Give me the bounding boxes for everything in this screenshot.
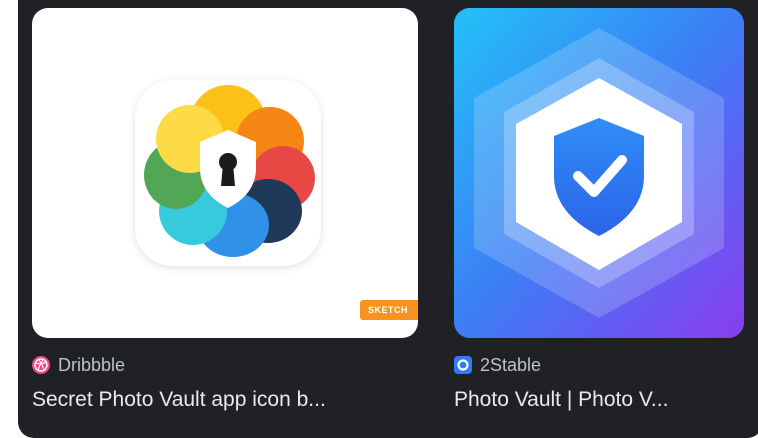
2stable-ring-icon: [454, 356, 472, 374]
result-title[interactable]: Photo Vault | Photo V...: [454, 386, 744, 414]
sketch-badge: SKETCH: [360, 300, 418, 320]
result-thumbnail[interactable]: SKETCH: [32, 8, 418, 338]
result-thumbnail[interactable]: [454, 8, 744, 338]
photo-vault-app-icon: [454, 8, 744, 338]
image-result-card[interactable]: SKETCH Dribbble Secret Photo Vault app i…: [32, 8, 418, 414]
image-result-card[interactable]: 2Stable Photo Vault | Photo V...: [454, 8, 744, 414]
image-results-panel: SKETCH Dribbble Secret Photo Vault app i…: [18, 0, 758, 438]
result-title[interactable]: Secret Photo Vault app icon b...: [32, 386, 418, 414]
source-name: 2Stable: [480, 354, 542, 375]
dribbble-ball-icon: [32, 356, 50, 374]
source-name: Dribbble: [58, 354, 126, 375]
result-source[interactable]: 2Stable: [454, 354, 744, 376]
secret-vault-app-icon: [135, 80, 321, 266]
result-source[interactable]: Dribbble: [32, 354, 418, 376]
